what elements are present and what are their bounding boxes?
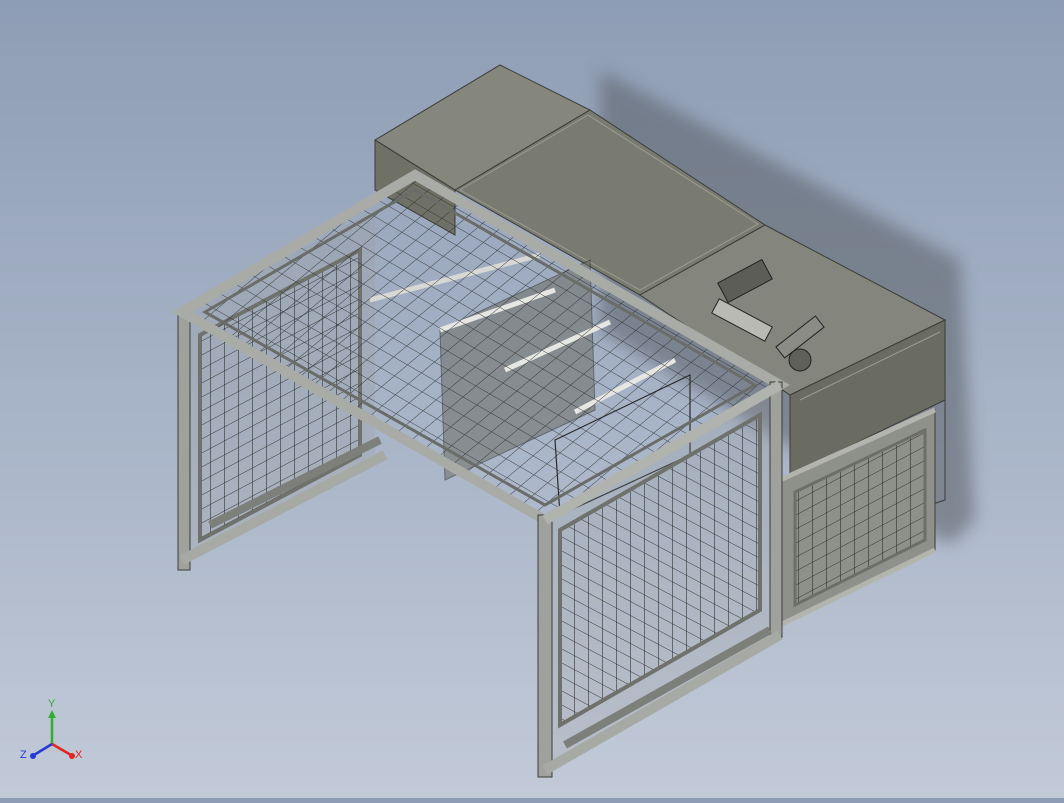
y-axis-label: Y	[48, 698, 56, 710]
coordinate-triad: Y X Z	[18, 698, 88, 770]
model-canvas	[172, 64, 975, 778]
z-axis-label: Z	[20, 749, 27, 761]
x-axis-label: X	[75, 749, 83, 761]
cad-viewport[interactable]: Y X Z	[0, 0, 1064, 798]
